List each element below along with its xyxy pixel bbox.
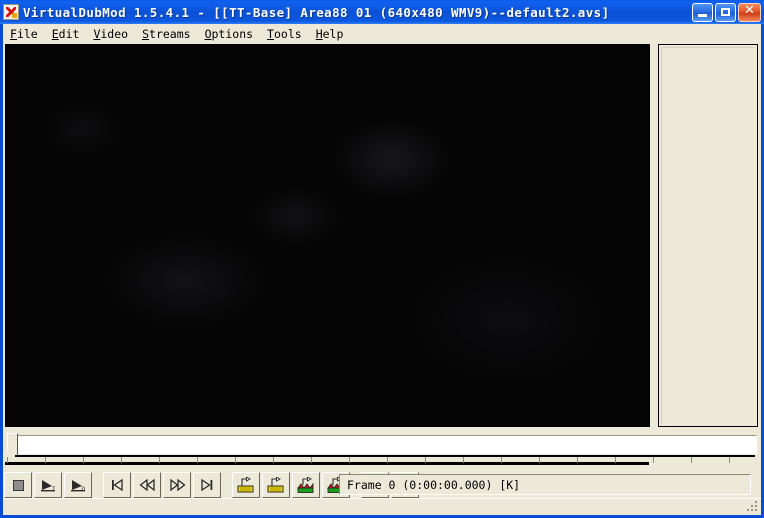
output-video-frame [661, 47, 755, 424]
stop-icon [12, 479, 25, 492]
rewind-icon [138, 479, 156, 491]
frame-status-box: Frame 0 (0:00:00.000) [K] [339, 474, 751, 495]
key-prev-icon [237, 476, 256, 494]
output-video-pane[interactable] [658, 44, 758, 427]
skip-to-start-icon [110, 479, 125, 491]
status-bar [3, 498, 761, 515]
menu-accel: H [315, 27, 323, 41]
maximize-button[interactable] [715, 2, 736, 22]
position-slider[interactable] [7, 433, 757, 463]
virtualdubmod-window: VirtualDubMod 1.5.4.1 - [[TT-Base] Area8… [0, 0, 764, 518]
input-video-pane[interactable] [5, 44, 650, 427]
play-input-button[interactable]: I [34, 472, 62, 498]
menu-label: ptions [211, 27, 254, 41]
menu-bar: File Edit Video Streams Options Tools He… [3, 24, 761, 43]
play-output-button[interactable]: O [64, 472, 92, 498]
position-slider-track[interactable] [13, 435, 757, 454]
close-button[interactable] [738, 2, 761, 22]
menu-accel: F [10, 27, 17, 41]
menu-label: dit [58, 27, 80, 41]
menu-accel: S [142, 27, 150, 41]
menu-item-edit[interactable]: Edit [45, 25, 87, 42]
go-to-end-button[interactable] [193, 472, 221, 498]
playback-group: I O [3, 472, 93, 498]
menu-label: ools [273, 27, 302, 41]
play-input-icon: I [40, 478, 57, 493]
skip-to-end-icon [200, 479, 215, 491]
svg-text:O: O [81, 486, 85, 493]
menu-item-tools[interactable]: Tools [260, 25, 309, 42]
window-title: VirtualDubMod 1.5.4.1 - [[TT-Base] Area8… [23, 4, 610, 20]
prev-scene-button[interactable] [292, 472, 320, 498]
menu-item-help[interactable]: Help [309, 25, 351, 42]
svg-text:I: I [52, 486, 56, 493]
input-video-frame [6, 45, 649, 426]
play-output-icon: O [70, 478, 87, 493]
menu-accel: T [267, 27, 274, 41]
menu-label: treams [149, 27, 191, 41]
go-to-start-button[interactable] [103, 472, 131, 498]
title-bar: VirtualDubMod 1.5.4.1 - [[TT-Base] Area8… [0, 0, 764, 24]
position-slider-ticks [7, 457, 757, 463]
menu-item-options[interactable]: Options [198, 25, 260, 42]
menu-accel: O [204, 27, 212, 41]
keyframe-scene-group [231, 472, 351, 498]
key-next-icon [267, 476, 286, 494]
video-panes [3, 44, 761, 430]
fast-forward-icon [169, 479, 186, 491]
navigation-group [102, 472, 222, 498]
window-controls [692, 2, 761, 22]
virtualdubmod-icon[interactable] [3, 4, 19, 20]
frame-status-text: Frame 0 (0:00:00.000) [K] [347, 477, 521, 492]
resize-grip[interactable] [746, 500, 760, 514]
next-keyframe-button[interactable] [262, 472, 290, 498]
menu-item-video[interactable]: Video [86, 25, 135, 42]
menu-item-streams[interactable]: Streams [135, 25, 197, 42]
position-slider-thumb[interactable] [7, 433, 18, 460]
scene-prev-icon [296, 476, 316, 494]
minimize-button[interactable] [692, 2, 713, 22]
menu-label: ideo [100, 27, 129, 41]
menu-accel: E [51, 27, 59, 41]
prev-keyframe-button[interactable] [232, 472, 260, 498]
step-forward-button[interactable] [163, 472, 191, 498]
menu-label: elp [322, 27, 344, 41]
stop-button[interactable] [4, 472, 32, 498]
menu-label: ile [16, 27, 38, 41]
menu-item-file[interactable]: File [3, 25, 45, 42]
step-back-button[interactable] [133, 472, 161, 498]
